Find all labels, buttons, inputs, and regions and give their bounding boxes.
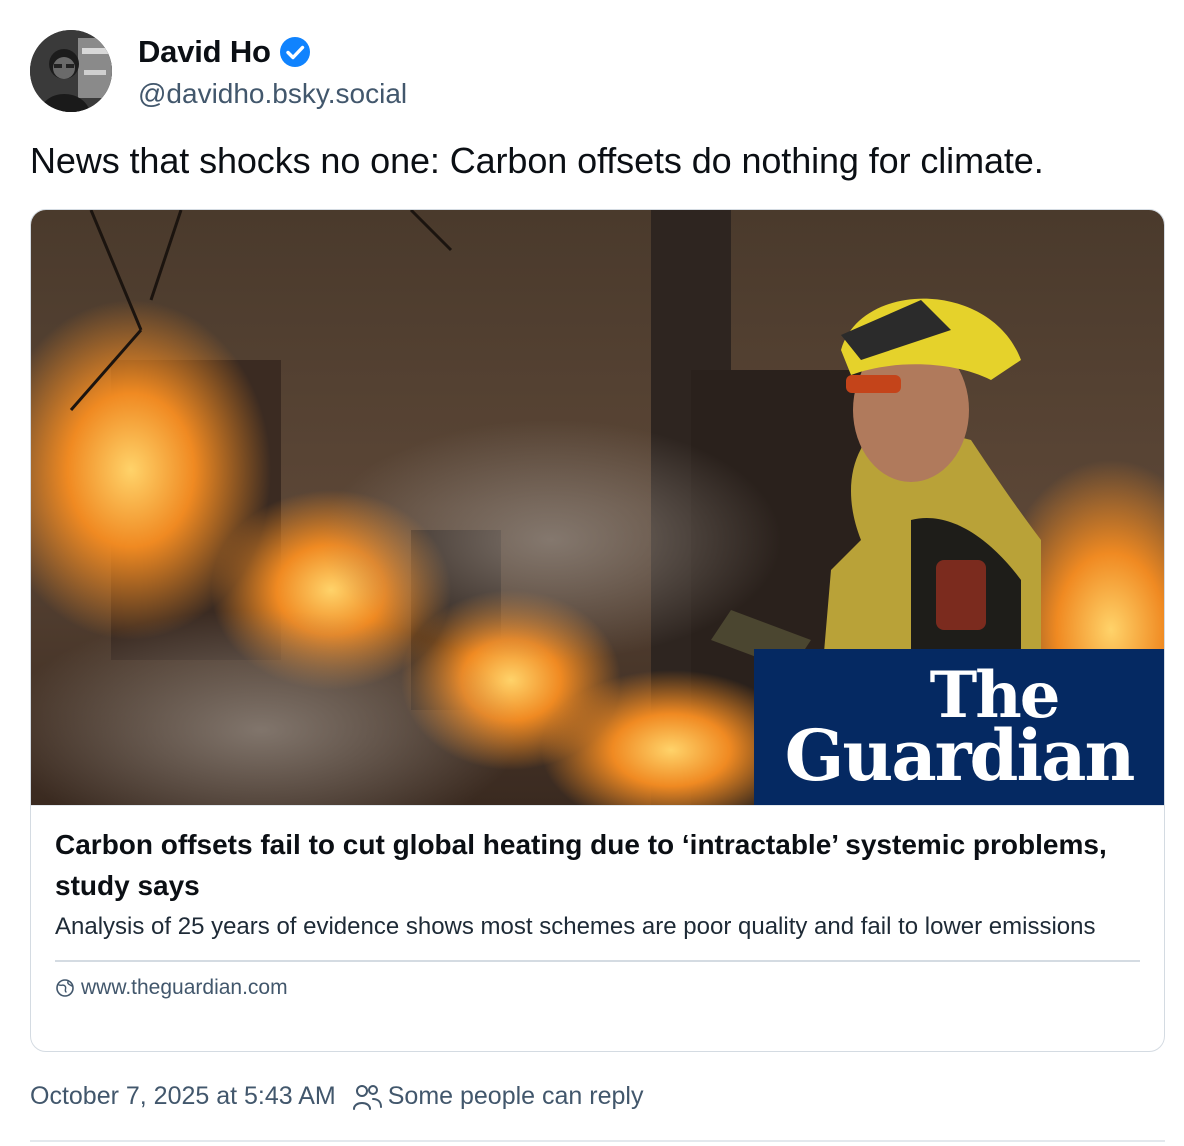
bottom-divider bbox=[30, 1140, 1165, 1142]
link-card-description: Analysis of 25 years of evidence shows m… bbox=[55, 913, 1096, 940]
post-timestamp[interactable]: October 7, 2025 at 5:43 AM bbox=[30, 1082, 336, 1111]
verified-badge-icon[interactable] bbox=[279, 36, 311, 68]
link-card-title: Carbon offsets fail to cut global heatin… bbox=[55, 829, 1107, 901]
globe-icon bbox=[56, 978, 74, 997]
display-name-row: David Ho bbox=[138, 32, 407, 72]
guardian-logo: The Guardian bbox=[754, 649, 1164, 805]
post-header: David Ho @davidho.bsky.social bbox=[30, 30, 407, 112]
author-names: David Ho @davidho.bsky.social bbox=[138, 32, 407, 110]
link-card[interactable]: The Guardian Carbon offsets fail to cut … bbox=[30, 209, 1165, 1052]
link-card-thumbnail: The Guardian bbox=[31, 210, 1164, 805]
people-icon bbox=[352, 1084, 382, 1110]
avatar[interactable] bbox=[30, 30, 112, 112]
post-meta: October 7, 2025 at 5:43 AM Some people c… bbox=[30, 1082, 643, 1111]
link-card-divider bbox=[55, 960, 1140, 962]
guardian-logo-line2: Guardian bbox=[784, 714, 1136, 798]
reply-setting[interactable]: Some people can reply bbox=[388, 1082, 644, 1111]
link-card-body: Carbon offsets fail to cut global heatin… bbox=[31, 805, 1164, 1000]
link-card-domain-row: www.theguardian.com bbox=[55, 976, 1140, 1000]
post-text: News that shocks no one: Carbon offsets … bbox=[30, 140, 1044, 181]
author-handle[interactable]: @davidho.bsky.social bbox=[138, 78, 407, 110]
link-card-domain: www.theguardian.com bbox=[81, 975, 288, 999]
author-display-name[interactable]: David Ho bbox=[138, 34, 271, 70]
